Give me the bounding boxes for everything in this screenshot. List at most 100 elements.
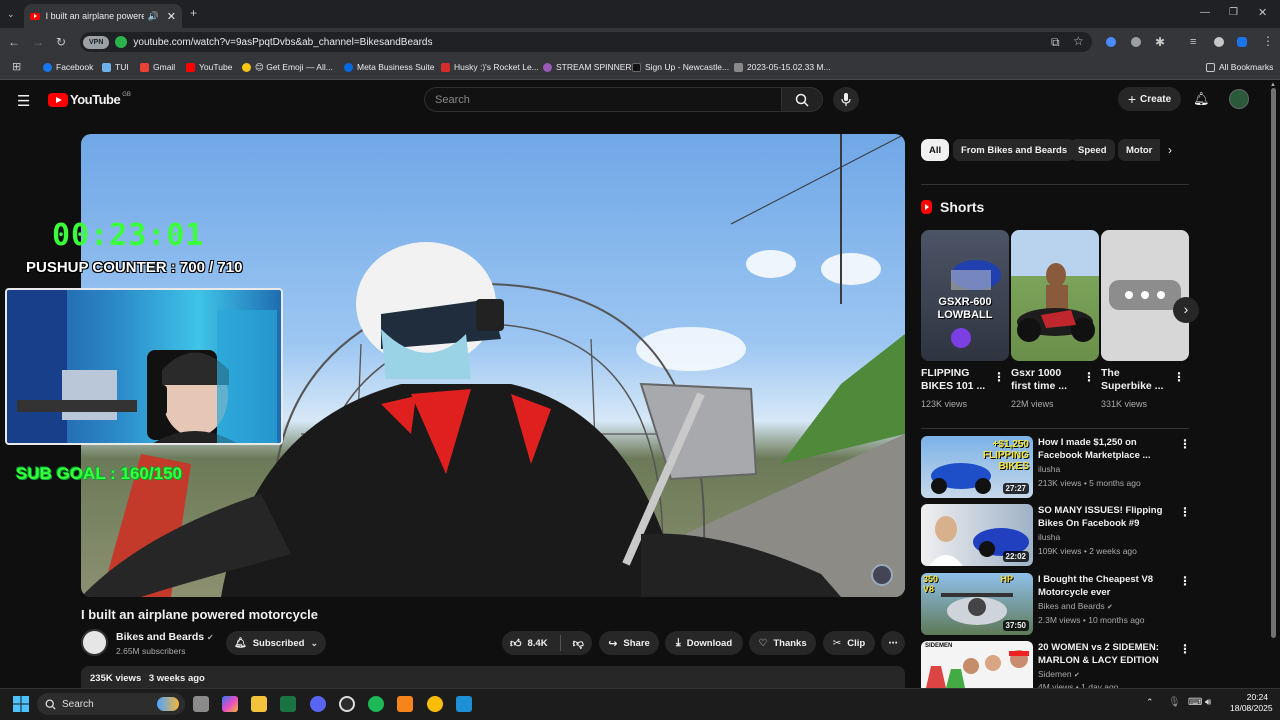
app-icon[interactable]: [456, 696, 472, 712]
bookmark-item[interactable]: Gmail: [140, 62, 175, 72]
show-hidden-icons-icon[interactable]: ⌃: [1146, 697, 1154, 708]
profile-icon[interactable]: [1214, 37, 1224, 47]
extensions-puzzle-icon[interactable]: ✱: [1155, 36, 1165, 48]
video-thumbnail[interactable]: SIDEMEN: [921, 641, 1033, 688]
subscribed-button[interactable]: 🔔︎ Subscribed ⌄: [226, 631, 326, 655]
video-title-link[interactable]: I Bought the Cheapest V8 Motorcycle ever: [1038, 573, 1163, 599]
notifications-bell-icon[interactable]: 🔔︎: [1193, 91, 1210, 107]
url-text[interactable]: youtube.com/watch?v=9asPpqtDvbs&ab_chann…: [133, 37, 432, 48]
create-button[interactable]: + Create: [1118, 87, 1181, 111]
more-vertical-icon[interactable]: ⋮: [1173, 371, 1185, 383]
menu-kebab-icon[interactable]: ⋮: [1262, 35, 1274, 47]
search-input[interactable]: Search: [424, 87, 781, 112]
spotify-icon[interactable]: [368, 696, 384, 712]
short-thumbnail[interactable]: [1101, 230, 1189, 361]
youtube-logo[interactable]: YouTube GB: [48, 92, 131, 107]
short-title[interactable]: FLIPPING BIKES 101 ...: [921, 367, 991, 393]
vpn-badge[interactable]: VPN: [83, 35, 110, 49]
chevron-right-icon[interactable]: ›: [1168, 143, 1172, 157]
channel-name[interactable]: Bikes and Beards ✔: [116, 631, 214, 643]
shorts-next-icon[interactable]: ›: [1173, 297, 1199, 323]
dislike-button[interactable]: 👎︎: [573, 637, 584, 650]
account-avatar[interactable]: [1229, 89, 1249, 109]
all-bookmarks[interactable]: All Bookmarks: [1206, 62, 1273, 72]
clip-button[interactable]: ✂ Clip: [823, 631, 875, 655]
chip-speed[interactable]: Speed: [1070, 139, 1115, 161]
bookmark-item[interactable]: Sign Up - Newcastle...: [632, 62, 729, 72]
windows-start-icon[interactable]: [13, 696, 29, 712]
more-vertical-icon[interactable]: ⋮: [1179, 575, 1191, 587]
new-tab-icon[interactable]: +: [190, 7, 197, 19]
scroll-up-icon[interactable]: ▲: [1270, 82, 1276, 88]
media-controls-icon[interactable]: ≡: [1190, 36, 1196, 48]
bookmark-star-icon[interactable]: ☆: [1073, 35, 1084, 47]
short-title[interactable]: Gsxr 1000 first time ...: [1011, 367, 1081, 393]
video-thumbnail[interactable]: 350 HP V8 37:50: [921, 573, 1033, 635]
search-button[interactable]: [781, 87, 823, 112]
site-info-icon[interactable]: [115, 36, 128, 48]
microphone-tray-icon[interactable]: 🎙︎: [1168, 697, 1181, 708]
video-title-link[interactable]: How I made $1,250 on Facebook Marketplac…: [1038, 436, 1163, 462]
more-vertical-icon[interactable]: ⋮: [993, 371, 1005, 383]
discord-icon[interactable]: [310, 696, 326, 712]
network-icon[interactable]: ⌨: [1188, 697, 1202, 708]
close-window-icon[interactable]: ✕: [1258, 7, 1267, 19]
reload-icon[interactable]: ↻: [56, 36, 66, 48]
install-app-icon[interactable]: ⧉: [1051, 36, 1060, 48]
bookmark-item[interactable]: 2023-05-15.02.33 M...: [734, 62, 831, 72]
bookmark-item[interactable]: Husky :)'s Rocket Le...: [441, 62, 539, 72]
video-title-link[interactable]: 20 WOMEN vs 2 SIDEMEN: MARLON & LACY EDI…: [1038, 641, 1163, 667]
page-scrollbar[interactable]: [1271, 88, 1276, 638]
address-bar[interactable]: VPN youtube.com/watch?v=9asPpqtDvbs&ab_c…: [80, 32, 1092, 52]
file-explorer-icon[interactable]: [251, 696, 267, 712]
maximize-icon[interactable]: ❐: [1229, 7, 1238, 19]
more-actions-button[interactable]: ⋯: [881, 631, 905, 655]
video-channel-name[interactable]: ilusha: [1038, 532, 1060, 542]
volume-icon[interactable]: 🔊︎: [1205, 697, 1211, 708]
voice-search-button[interactable]: [833, 87, 859, 112]
chip-all[interactable]: All: [921, 139, 950, 161]
short-thumbnail[interactable]: [1011, 230, 1099, 361]
back-icon[interactable]: ←: [8, 36, 20, 48]
tab-search-icon[interactable]: ⌄: [7, 8, 15, 20]
extension-icon[interactable]: [1106, 37, 1116, 47]
apps-grid-icon[interactable]: ⊞: [12, 61, 21, 73]
bookmark-item[interactable]: TUI: [102, 62, 129, 72]
extension-icon[interactable]: [1131, 37, 1141, 47]
chip-from-channel[interactable]: From Bikes and Beards: [953, 139, 1076, 161]
more-vertical-icon[interactable]: ⋮: [1179, 438, 1191, 450]
speaker-icon[interactable]: 🔊: [148, 11, 159, 22]
thanks-button[interactable]: ♡ Thanks: [749, 631, 816, 655]
video-title-link[interactable]: SO MANY ISSUES! Flipping Bikes On Facebo…: [1038, 504, 1163, 530]
video-thumbnail[interactable]: 22:02: [921, 504, 1033, 566]
chip-motor[interactable]: Motor: [1118, 139, 1160, 161]
more-vertical-icon[interactable]: ⋮: [1179, 506, 1191, 518]
copilot-icon[interactable]: [222, 696, 238, 712]
channel-avatar[interactable]: [81, 629, 108, 656]
short-title[interactable]: The Superbike ...: [1101, 367, 1171, 393]
extension-icon[interactable]: [1237, 37, 1247, 47]
browser-tab[interactable]: I built an airplane powered 🔊 ✕: [24, 4, 182, 28]
download-button[interactable]: ⤓ Download: [665, 631, 743, 655]
more-vertical-icon[interactable]: ⋮: [1179, 643, 1191, 655]
bookmark-item[interactable]: 😊 Get Emoji — All...: [242, 62, 333, 73]
minimize-icon[interactable]: —: [1200, 7, 1210, 19]
forward-icon[interactable]: →: [32, 36, 44, 48]
excel-icon[interactable]: [280, 696, 296, 712]
like-button[interactable]: 👍︎ 8.4K: [510, 637, 548, 650]
chrome-icon[interactable]: [427, 696, 443, 712]
video-channel-name[interactable]: ilusha: [1038, 464, 1060, 474]
more-vertical-icon[interactable]: ⋮: [1083, 371, 1095, 383]
bookmark-item[interactable]: STREAM SPINNER: [543, 62, 632, 72]
bookmark-item[interactable]: Meta Business Suite: [344, 62, 434, 72]
video-thumbnail[interactable]: +$1,250 FLIPPING BIKES 27:27: [921, 436, 1033, 498]
task-view-icon[interactable]: [193, 696, 209, 712]
short-thumbnail[interactable]: GSXR-600 LOWBALL: [921, 230, 1009, 361]
hamburger-menu-icon[interactable]: ☰: [17, 92, 30, 110]
obs-icon[interactable]: [339, 696, 355, 712]
app-icon[interactable]: [397, 696, 413, 712]
system-clock[interactable]: 20:24 18/08/2025: [1230, 692, 1273, 714]
video-channel-name[interactable]: Sidemen ✔: [1038, 669, 1080, 679]
taskbar-search[interactable]: Search: [37, 693, 185, 715]
channel-watermark-icon[interactable]: [871, 564, 893, 586]
